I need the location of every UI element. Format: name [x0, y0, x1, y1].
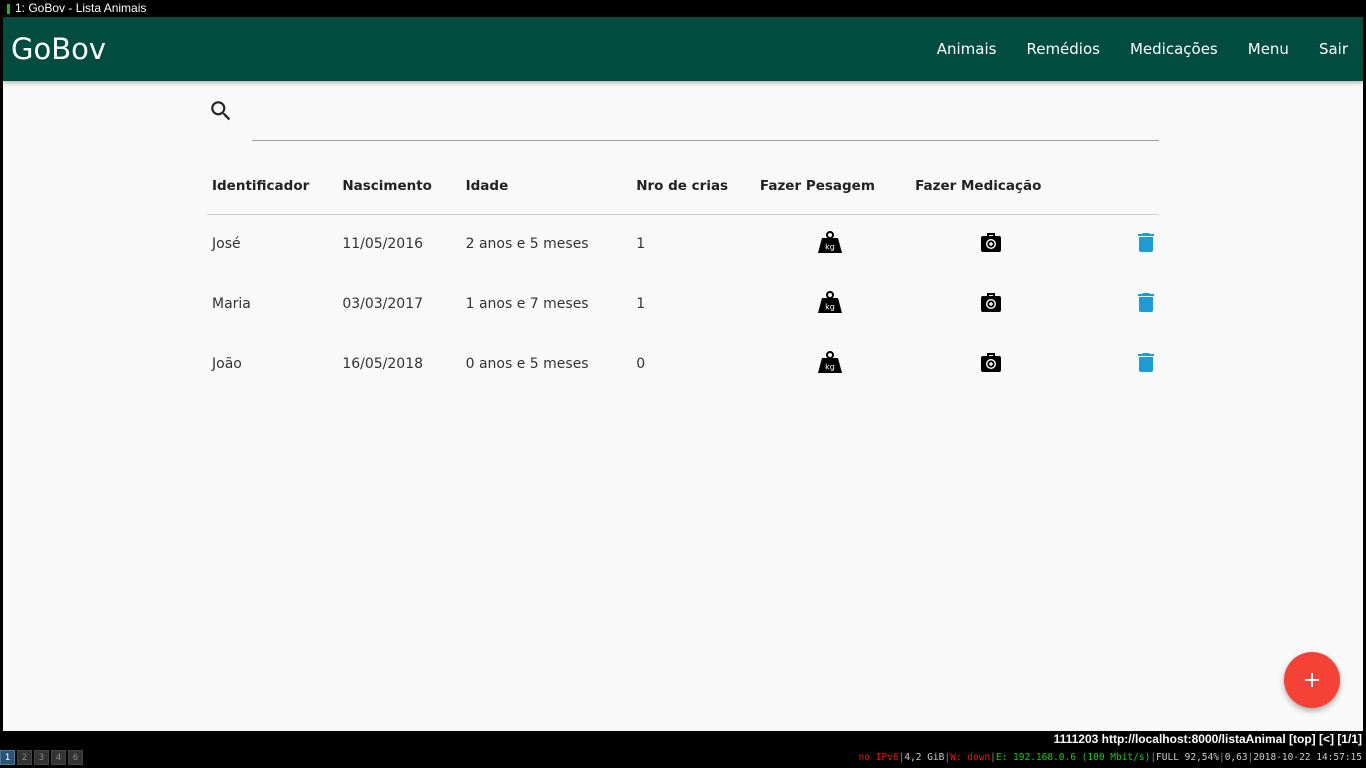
medicate-cell	[910, 274, 1078, 334]
delete-cell	[1078, 214, 1159, 274]
delete-icon[interactable]	[1138, 292, 1154, 312]
animal-age: 0 anos e 5 meses	[465, 356, 589, 372]
delete-icon[interactable]	[1138, 232, 1154, 253]
workspace-button[interactable]: 6	[68, 750, 83, 765]
add-animal-button[interactable]	[1284, 652, 1340, 708]
animal-offspring: 1	[636, 236, 646, 253]
svg-text:kg: kg	[825, 363, 835, 372]
medical-bag-icon[interactable]	[980, 351, 1002, 373]
ipv6-status: no IPv6	[858, 752, 899, 763]
animal-id-link[interactable]: João	[207, 334, 337, 394]
animal-offspring: 0	[636, 356, 646, 372]
weigh-cell: kg	[755, 214, 910, 274]
app-navbar: GoBov Animais Remédios Medicações Menu S…	[3, 17, 1363, 81]
search-input[interactable]	[252, 97, 1159, 141]
workspace-button[interactable]: 3	[34, 750, 49, 765]
nav-link-medicacoes[interactable]: Medicações	[1115, 17, 1233, 81]
medical-bag-icon[interactable]	[980, 291, 1002, 313]
header-fazer-pesagem: Fazer Pesagem	[754, 158, 911, 215]
header-nascimento: Nascimento	[337, 158, 461, 215]
table-row: João 16/05/2018 0 anos e 5 meses 0 kg	[207, 334, 1159, 394]
disk-status: 4,2 GiB	[904, 752, 945, 763]
clock: 2018-10-22 14:57:15	[1253, 752, 1362, 763]
nav-link-remedios[interactable]: Remédios	[1011, 17, 1115, 81]
wifi-status: W: down	[950, 752, 991, 763]
medical-bag-icon[interactable]	[980, 231, 1002, 253]
animal-birth: 03/03/2017	[342, 296, 424, 312]
animal-offspring: 1	[636, 296, 646, 312]
nav-links: Animais Remédios Medicações Menu Sair	[922, 17, 1363, 81]
nav-link-sair[interactable]: Sair	[1304, 17, 1363, 81]
window-focus-marker	[7, 4, 10, 14]
nav-link-animais[interactable]: Animais	[922, 17, 1012, 81]
battery-status: FULL 92,54%	[1156, 752, 1219, 763]
header-identificador: Identificador	[207, 158, 338, 215]
animal-birth: 11/05/2016	[342, 236, 424, 253]
animal-age: 2 anos e 5 meses	[465, 236, 589, 253]
svg-text:kg: kg	[825, 303, 835, 312]
browser-viewport: GoBov Animais Remédios Medicações Menu S…	[3, 17, 1363, 731]
animal-age: 1 anos e 7 meses	[465, 296, 589, 312]
weight-kg-icon[interactable]: kg	[817, 290, 843, 314]
workspace-button[interactable]: 4	[51, 750, 66, 765]
table-row: Maria 03/03/2017 1 anos e 7 meses 1 kg	[207, 274, 1159, 334]
svg-text:kg: kg	[825, 243, 835, 252]
weigh-cell: kg	[755, 334, 910, 394]
header-nro-crias: Nro de crias	[631, 158, 755, 215]
ethernet-status: E: 192.168.0.6 (100 Mbit/s)	[995, 752, 1151, 763]
load-status: 0,63	[1224, 752, 1248, 763]
system-status-text: no IPv6|4,2 GiB|W: down|E: 192.168.0.6 (…	[858, 752, 1362, 763]
window-title: 1: GoBov - Lista Animais	[15, 1, 147, 15]
medicate-cell	[910, 334, 1078, 394]
workspace-button[interactable]: 2	[17, 750, 32, 765]
header-fazer-medicacao: Fazer Medicação	[910, 158, 1078, 215]
weight-kg-icon[interactable]: kg	[817, 230, 843, 254]
browser-status-line: 1111203 http://localhost:8000/listaAnima…	[0, 731, 1366, 747]
weight-kg-icon[interactable]: kg	[817, 350, 843, 374]
window-title-bar: 1: GoBov - Lista Animais	[0, 0, 1366, 17]
system-status-bar: 1 2 3 4 6 no IPv6|4,2 GiB|W: down|E: 192…	[0, 747, 1366, 768]
animal-birth: 16/05/2018	[342, 356, 424, 372]
header-idade: Idade	[460, 158, 632, 215]
animals-table: Identificador Nascimento Idade Nro de cr…	[207, 158, 1159, 394]
animal-id-link[interactable]: José	[207, 214, 337, 274]
animal-id-link[interactable]: Maria	[207, 274, 337, 334]
header-actions	[1078, 158, 1159, 215]
workspace-switcher: 1 2 3 4 6	[0, 750, 85, 765]
plus-icon	[1305, 673, 1319, 687]
search-icon	[211, 101, 231, 121]
delete-cell	[1078, 274, 1159, 334]
nav-link-menu[interactable]: Menu	[1233, 17, 1304, 81]
table-row: José 11/05/2016 2 anos e 5 meses 1 kg	[207, 214, 1159, 274]
table-header-row: Identificador Nascimento Idade Nro de cr…	[207, 158, 1159, 215]
workspace-button[interactable]: 1	[0, 750, 15, 765]
delete-icon[interactable]	[1138, 352, 1154, 372]
weigh-cell: kg	[755, 274, 910, 334]
brand-logo[interactable]: GoBov	[11, 17, 106, 81]
delete-cell	[1078, 334, 1159, 394]
medicate-cell	[910, 214, 1078, 274]
